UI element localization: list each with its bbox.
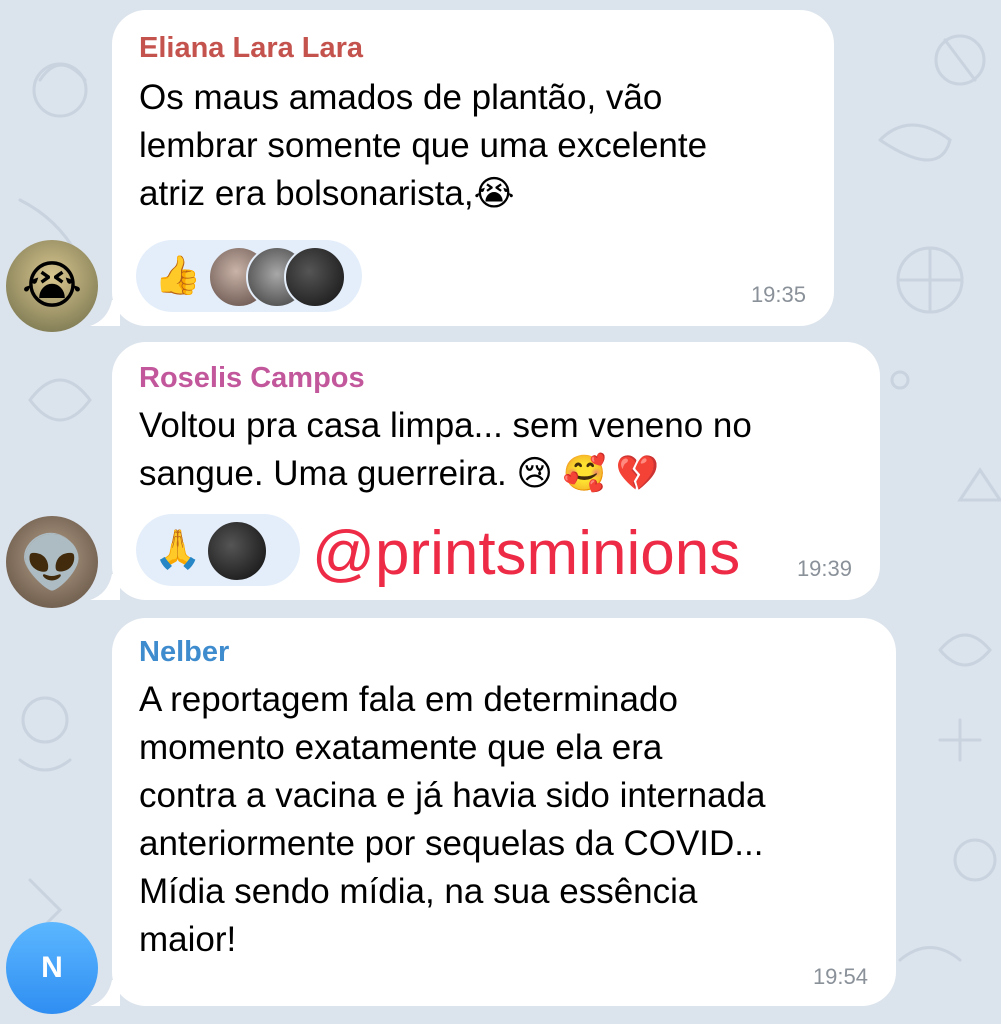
bubble-tail	[90, 300, 120, 326]
user-avatar[interactable]: 😭	[6, 240, 98, 332]
message-text: Os maus amados de plantão, vão lembrar s…	[139, 78, 708, 213]
user-avatar[interactable]: 👽	[6, 516, 98, 608]
reactor-avatars	[208, 246, 348, 308]
avatar-initial: N	[41, 951, 63, 984]
reactor-avatars	[206, 520, 270, 582]
thumbs-up-icon: 👍	[154, 255, 202, 297]
message-bubble-1[interactable]: Eliana Lara Lara Os maus amados de plant…	[90, 10, 834, 326]
message-text: Voltou pra casa limpa... sem veneno no s…	[139, 406, 752, 493]
praying-hands-icon: 🙏	[154, 529, 202, 571]
message-author[interactable]: Roselis Campos	[139, 362, 365, 395]
crying-face-icon: 😭	[21, 257, 83, 315]
reaction-pill[interactable]: 👍	[136, 240, 362, 312]
message-author[interactable]: Nelber	[139, 636, 229, 669]
message-time: 19:39	[796, 556, 852, 581]
message-text: A reportagem fala em determinado momento…	[139, 680, 766, 959]
user-avatar[interactable]: N	[6, 922, 98, 1014]
message-bubble-3[interactable]: Nelber A reportagem fala em determinado …	[90, 618, 896, 1006]
message-time: 19:35	[750, 282, 806, 307]
alien-icon: 👽	[19, 533, 85, 592]
reactor-avatar	[284, 246, 346, 308]
message-time: 19:54	[812, 964, 868, 989]
reactor-avatar	[206, 520, 268, 582]
watermark: @printsminions	[312, 519, 741, 588]
message-author[interactable]: Eliana Lara Lara	[139, 32, 363, 65]
reaction-pill[interactable]: 🙏	[136, 514, 300, 586]
